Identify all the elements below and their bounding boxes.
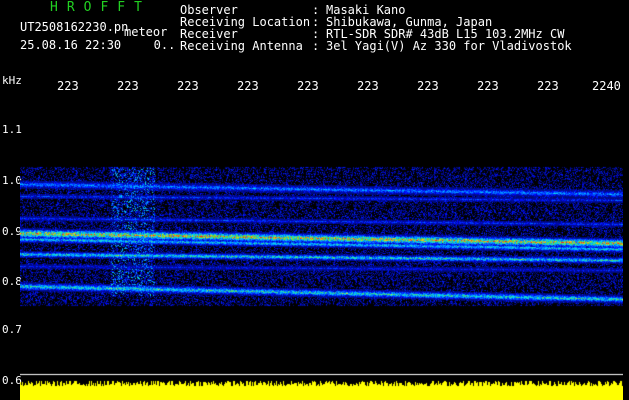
y-tick-label: 1.1 <box>2 123 22 136</box>
x-tick-label: 223 <box>297 79 319 93</box>
timestamp-line: 25.08.16 22:30 0.. <box>20 38 175 52</box>
y-tick-label: 0.9 <box>2 225 22 238</box>
spectrogram-canvas <box>20 96 623 400</box>
x-tick-label: 223 <box>477 79 499 93</box>
x-tick-label: 2240 <box>592 79 621 93</box>
y-unit-label: kHz <box>2 74 22 87</box>
file-name: UT2508162230.pn <box>20 20 129 34</box>
info-label: Receiving Antenna <box>180 39 303 53</box>
y-tick-label: 1.0 <box>2 174 22 187</box>
info-row-antenna: Receiving Antenna : 3el Yagi(V) Az 330 f… <box>180 39 572 53</box>
x-tick-label: 223 <box>537 79 559 93</box>
x-tick-label: 223 <box>357 79 379 93</box>
date-time: 25.08.16 22:30 <box>20 38 122 52</box>
x-tick-label: 223 <box>237 79 259 93</box>
y-tick-label: 0.6 <box>2 374 22 387</box>
y-tick-label: 0.8 <box>2 275 22 288</box>
station-info: Observer : Masaki Kano Receiving Locatio… <box>180 4 572 52</box>
y-tick-label: 0.7 <box>2 323 22 336</box>
x-tick-label: 223 <box>57 79 79 93</box>
x-tick-label: 223 <box>117 79 139 93</box>
meteor-count: 0.. <box>153 38 176 52</box>
info-value: 3el Yagi(V) Az 330 for Vladivostok <box>326 39 572 53</box>
x-tick-label: 223 <box>417 79 439 93</box>
x-tick-label: 223 <box>177 79 199 93</box>
meteor-label: meteor <box>124 25 168 39</box>
app-title: HROFFT <box>50 0 151 15</box>
